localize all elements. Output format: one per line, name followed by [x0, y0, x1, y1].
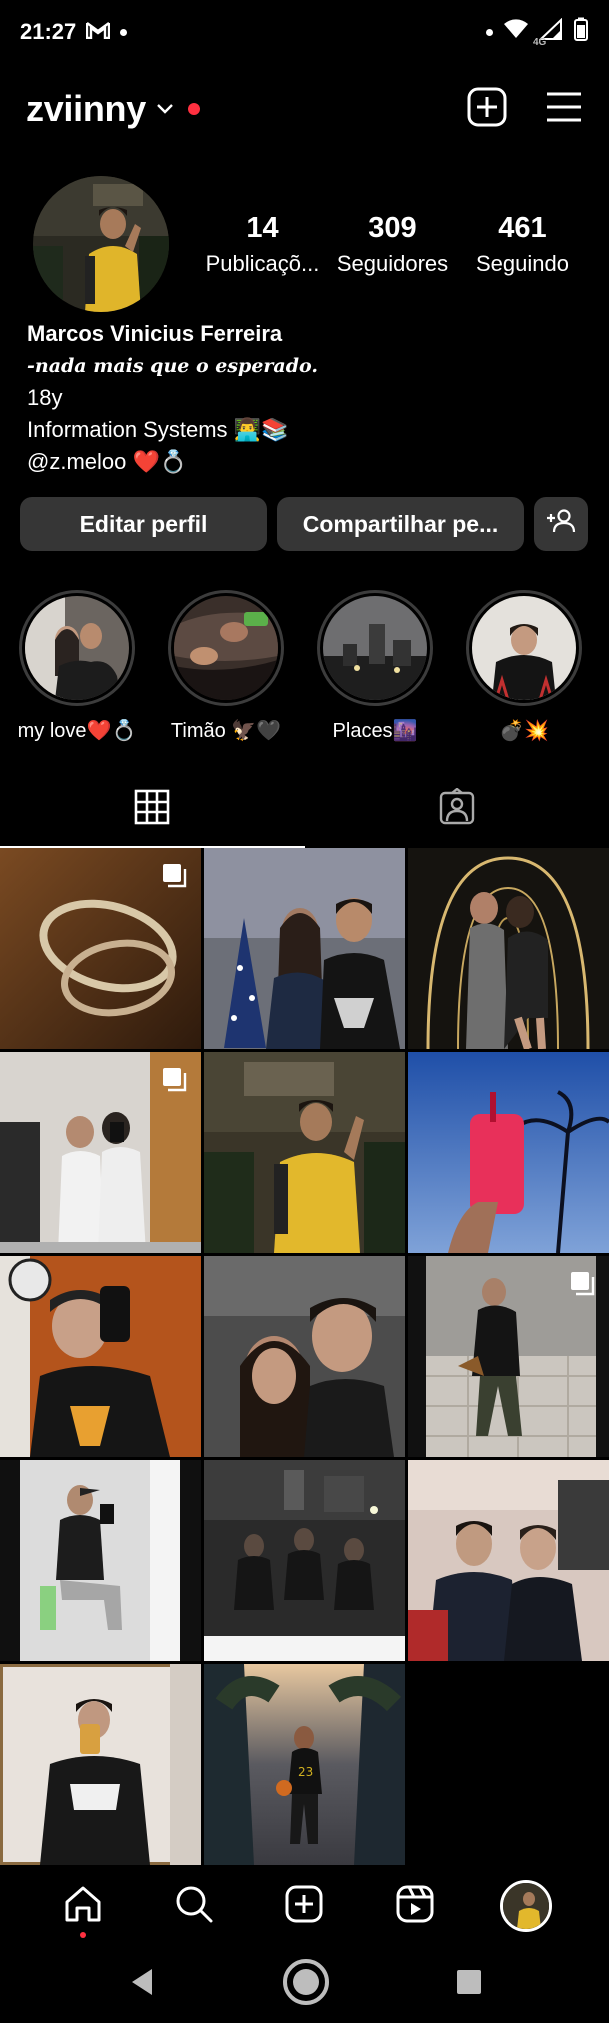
reels-icon: [395, 1884, 435, 1929]
gmail-icon: [86, 19, 111, 45]
profile-avatar-icon: [499, 1880, 552, 1932]
bio-mention[interactable]: @z.meloo ❤️💍: [27, 446, 587, 478]
post-thumbnail[interactable]: [0, 1460, 201, 1661]
nav-search[interactable]: [164, 1876, 224, 1936]
post-thumbnail[interactable]: [0, 1052, 201, 1253]
discover-people-button[interactable]: [534, 497, 588, 551]
post-thumbnail[interactable]: [0, 1664, 201, 1865]
posts-count[interactable]: 14 Publicaçõ...: [200, 212, 325, 277]
profile-header: zviinny: [0, 76, 609, 142]
system-home-icon[interactable]: [281, 1957, 331, 2012]
highlight-label: 💣💥: [499, 720, 549, 742]
multi-photo-icon: [569, 1270, 595, 1301]
multi-photo-icon: [161, 1066, 187, 1097]
profile-name: Marcos Vinicius Ferreira: [27, 321, 283, 346]
story-highlights: my love❤️💍 Timão 🦅🖤 Places🌆 💣💥: [0, 590, 609, 743]
create-icon: [284, 1884, 324, 1929]
nav-create[interactable]: [274, 1876, 334, 1936]
home-activity-dot: [80, 1932, 87, 1938]
post-thumbnail[interactable]: [408, 1052, 609, 1253]
chevron-down-icon[interactable]: [156, 102, 174, 120]
status-bar: 21:27 4G: [0, 0, 609, 64]
post-thumbnail[interactable]: [408, 848, 609, 1049]
nav-home[interactable]: [53, 1876, 113, 1938]
highlight-item[interactable]: my love❤️💍: [7, 590, 147, 743]
profile-tabs: [0, 770, 609, 848]
network-type: 4G: [533, 37, 547, 48]
post-thumbnail[interactable]: [204, 848, 405, 1049]
following-count-label: Seguindo: [476, 251, 569, 276]
post-thumbnail[interactable]: [204, 1052, 405, 1253]
profile-summary: 14 Publicaçõ... 309 Seguidores 461 Segui…: [0, 174, 609, 314]
post-thumbnail[interactable]: [0, 1256, 201, 1457]
highlight-cover: [472, 596, 576, 700]
cell-signal-icon: 4G: [533, 17, 563, 48]
multi-photo-icon: [161, 862, 187, 893]
add-person-icon: [546, 508, 576, 540]
highlight-cover: [25, 596, 129, 700]
tab-tagged[interactable]: [305, 770, 609, 848]
highlight-cover: [323, 596, 427, 700]
wifi-icon: [503, 19, 529, 45]
unread-dot-icon: [187, 103, 200, 115]
profile-bio: Marcos Vinicius Ferreira -nada mais que …: [27, 318, 587, 478]
posts-grid: 23: [0, 848, 609, 1865]
profile-stats: 14 Publicaçõ... 309 Seguidores 461 Segui…: [200, 212, 585, 277]
grid-icon: [134, 789, 170, 830]
nav-profile[interactable]: [496, 1876, 556, 1936]
post-thumbnail[interactable]: [408, 1256, 609, 1457]
highlight-label: Timão 🦅🖤: [170, 720, 282, 742]
profile-avatar[interactable]: [33, 176, 169, 312]
post-thumbnail[interactable]: [204, 1460, 405, 1661]
system-recents-icon[interactable]: [456, 1969, 482, 2000]
status-time: 21:27: [20, 19, 77, 44]
highlight-ring: [466, 590, 582, 706]
post-thumbnail[interactable]: [0, 848, 201, 1049]
tagged-person-icon: [438, 786, 476, 831]
followers-count-value: 309: [368, 212, 417, 244]
profile-actions: Editar perfil Compartilhar pe...: [20, 497, 588, 551]
highlight-cover: [174, 596, 278, 700]
status-dot-icon: [486, 28, 493, 36]
highlight-label: my love❤️💍: [17, 720, 137, 742]
highlight-label: Places🌆: [332, 720, 418, 742]
tab-posts-grid[interactable]: [0, 770, 305, 848]
battery-icon: [573, 17, 589, 47]
post-thumbnail[interactable]: [204, 1256, 405, 1457]
nav-reels[interactable]: [385, 1876, 445, 1936]
system-back-icon[interactable]: [128, 1967, 156, 2002]
highlight-ring: [317, 590, 433, 706]
bottom-navigation: [0, 1866, 609, 1946]
followers-count-label: Seguidores: [336, 251, 449, 276]
bio-age: 18y: [27, 385, 63, 410]
bio-tagline: -nada mais que o esperado.: [27, 355, 318, 377]
menu-icon[interactable]: [545, 91, 583, 128]
username-switcher[interactable]: zviinny: [26, 88, 146, 130]
create-plus-icon[interactable]: [467, 87, 507, 132]
post-thumbnail[interactable]: 23: [204, 1664, 405, 1865]
highlight-ring: [168, 590, 284, 706]
posts-count-value: 14: [246, 212, 279, 244]
post-thumbnail[interactable]: [408, 1460, 609, 1661]
highlight-item[interactable]: 💣💥: [454, 590, 594, 743]
svg-text:23: 23: [298, 1765, 313, 1779]
highlight-ring: [19, 590, 135, 706]
highlight-item[interactable]: Timão 🦅🖤: [156, 590, 296, 743]
search-icon: [174, 1884, 214, 1929]
notification-dot-icon: [120, 28, 128, 36]
posts-count-label: Publicaçõ...: [205, 251, 320, 276]
highlight-item[interactable]: Places🌆: [305, 590, 445, 743]
home-icon: [63, 1884, 103, 1929]
share-profile-button[interactable]: Compartilhar pe...: [277, 497, 524, 551]
following-count-value: 461: [498, 212, 547, 244]
system-navigation: [0, 1946, 609, 2023]
followers-count[interactable]: 309 Seguidores: [325, 212, 460, 277]
bio-study: Information Systems 👨‍💻📚: [27, 417, 289, 442]
following-count[interactable]: 461 Seguindo: [460, 212, 585, 277]
edit-profile-button[interactable]: Editar perfil: [20, 497, 267, 551]
